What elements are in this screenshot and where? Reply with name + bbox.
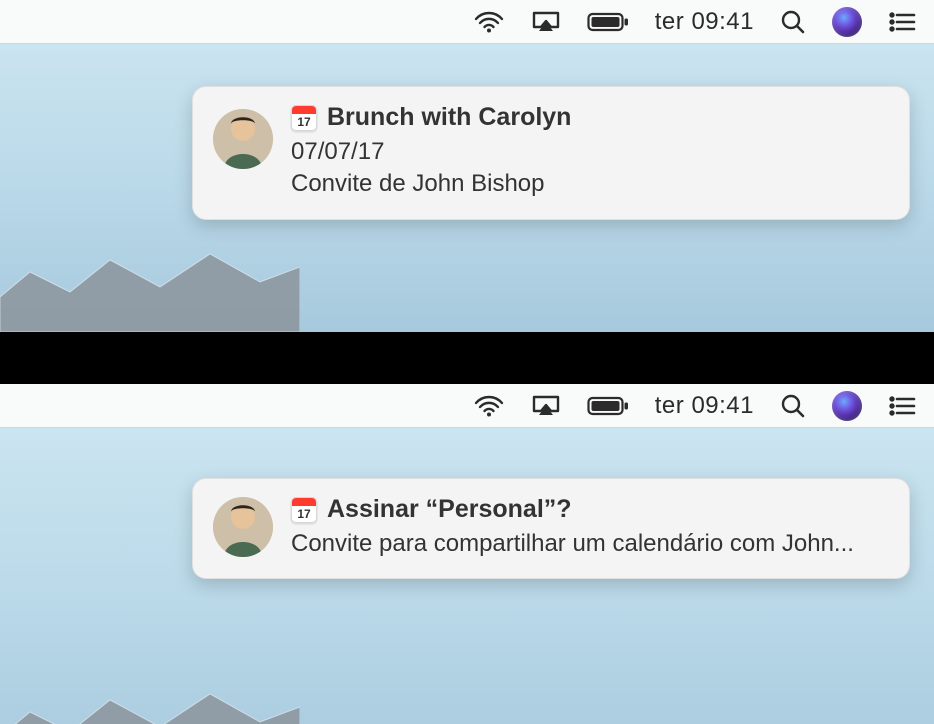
airplay-icon[interactable] (531, 10, 561, 34)
calendar-app-icon: 17 (291, 105, 317, 131)
desktop-wallpaper-mountain (0, 242, 300, 332)
battery-icon[interactable] (587, 396, 629, 416)
sender-avatar (213, 109, 273, 169)
spotlight-search-icon[interactable] (780, 9, 806, 35)
wifi-icon[interactable] (473, 394, 505, 418)
menubar: ter 09:41 (0, 0, 934, 44)
spotlight-search-icon[interactable] (780, 393, 806, 419)
airplay-icon[interactable] (531, 394, 561, 418)
menubar-clock[interactable]: ter 09:41 (655, 8, 754, 36)
battery-icon[interactable] (587, 12, 629, 32)
notification-center-icon[interactable] (888, 11, 916, 33)
menubar-clock[interactable]: ter 09:41 (655, 392, 754, 420)
desktop-screen-top: ter 09:41 17 Brunch with Carolyn 07/07/1… (0, 0, 934, 334)
wifi-icon[interactable] (473, 10, 505, 34)
notification-subtitle: Convite para compartilhar um calendário … (291, 528, 889, 560)
siri-icon[interactable] (832, 391, 862, 421)
sender-avatar (213, 497, 273, 557)
calendar-app-icon: 17 (291, 497, 317, 523)
calendar-event-notification[interactable]: 17 Brunch with Carolyn 07/07/17 Convite … (192, 86, 910, 220)
notification-subtitle: Convite de John Bishop (291, 168, 889, 200)
example-divider (0, 334, 934, 384)
siri-icon[interactable] (832, 7, 862, 37)
menubar: ter 09:41 (0, 384, 934, 428)
notification-date: 07/07/17 (291, 136, 889, 168)
notification-body: 17 Assinar “Personal”? Convite para comp… (291, 495, 889, 560)
notification-body: 17 Brunch with Carolyn 07/07/17 Convite … (291, 103, 889, 201)
notification-center-icon[interactable] (888, 395, 916, 417)
notification-title: Assinar “Personal”? (327, 495, 572, 524)
desktop-wallpaper-mountain (0, 682, 300, 724)
notification-title: Brunch with Carolyn (327, 103, 571, 132)
calendar-share-notification[interactable]: 17 Assinar “Personal”? Convite para comp… (192, 478, 910, 579)
desktop-screen-bottom: ter 09:41 17 Assinar “Personal”? Convite… (0, 384, 934, 724)
